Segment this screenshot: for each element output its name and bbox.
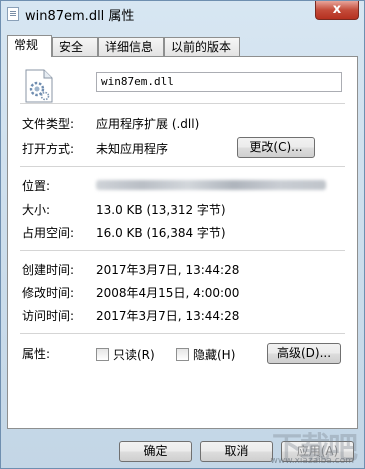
accessed-value: 2017年3月7日, 13:44:28 [96,309,240,323]
created-value: 2017年3月7日, 13:44:28 [96,263,240,277]
cancel-button[interactable]: 取消 [200,441,273,462]
properties-dialog: win87em.dll 属性 x 常规 安全 详细信息 以前的版本 win87e… [0,0,365,469]
close-button[interactable]: x [315,1,359,20]
attributes-label: 属性: [22,347,51,361]
size-on-disk-value: 16.0 KB (16,384 字节) [96,226,226,240]
divider [20,103,345,104]
watermark-url: www.xiazaiba.com [270,456,354,466]
size-value: 13.0 KB (13,312 字节) [96,203,226,217]
tab-general[interactable]: 常规 [7,35,52,57]
file-type-value: 应用程序扩展 (.dll) [96,117,200,131]
tab-security[interactable]: 安全 [52,37,98,56]
general-panel: win87em.dll 文件类型: 应用程序扩展 (.dll) 打开方式: 未知… [7,56,358,429]
divider [20,166,345,167]
document-icon [7,7,19,21]
tab-details[interactable]: 详细信息 [98,37,164,56]
change-button[interactable]: 更改(C)... [237,137,315,158]
dll-file-icon [25,69,53,103]
location-label: 位置: [22,179,51,193]
divider [20,333,345,334]
open-with-label: 打开方式: [22,142,75,156]
open-with-value: 未知应用程序 [96,142,169,156]
window-title: win87em.dll 属性 [25,9,135,24]
size-label: 大小: [22,203,51,217]
accessed-label: 访问时间: [22,309,75,323]
hidden-checkbox[interactable] [176,348,189,361]
file-type-label: 文件类型: [22,117,75,131]
created-label: 创建时间: [22,263,75,277]
divider [20,250,345,251]
hidden-label[interactable]: 隐藏(H) [193,346,235,363]
readonly-checkbox[interactable] [96,348,109,361]
modified-label: 修改时间: [22,286,75,300]
tab-previous-versions[interactable]: 以前的版本 [164,37,240,56]
size-on-disk-label: 占用空间: [22,226,75,240]
filename-field[interactable]: win87em.dll [96,72,342,92]
modified-value: 2008年4月15日, 4:00:00 [96,286,240,300]
advanced-button[interactable]: 高级(D)... [267,343,341,364]
ok-button[interactable]: 确定 [119,441,192,462]
location-value-redacted [96,177,326,191]
readonly-label[interactable]: 只读(R) [113,346,155,363]
title-bar[interactable]: win87em.dll 属性 x [1,1,364,27]
